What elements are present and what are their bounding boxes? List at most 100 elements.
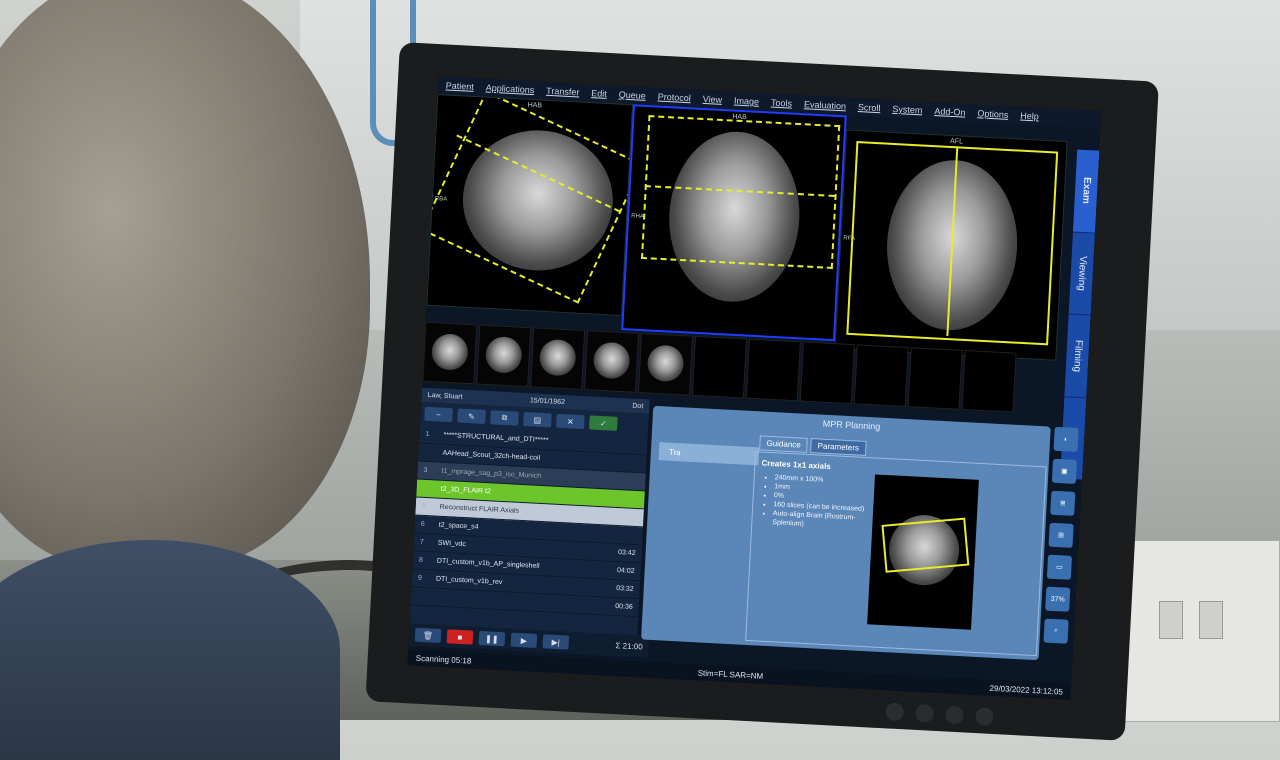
guidance-heading: Creates 1x1 axials bbox=[761, 458, 831, 472]
search-icon[interactable]: ⌕ bbox=[1043, 618, 1069, 644]
menu-options[interactable]: Options bbox=[977, 108, 1009, 120]
image-icon[interactable]: ▣ bbox=[1051, 458, 1078, 484]
row-time: 03:32 bbox=[615, 585, 634, 593]
menu-image[interactable]: Image bbox=[734, 96, 760, 107]
edit-icon[interactable]: ✎ bbox=[457, 408, 486, 424]
thumbnail-image bbox=[538, 338, 577, 377]
menu-tools[interactable]: Tools bbox=[771, 98, 793, 109]
delete-button[interactable]: ✕ bbox=[556, 413, 585, 430]
guidance-panel: Creates 1x1 axials 240mm x 100% 1mm 0% 1… bbox=[745, 451, 1047, 657]
screen: Patient Applications Transfer Edit Queue… bbox=[407, 76, 1102, 700]
menu-help[interactable]: Help bbox=[1020, 111, 1039, 122]
row-time: 00:36 bbox=[615, 603, 633, 611]
row-time bbox=[611, 516, 637, 517]
thumbnail[interactable] bbox=[637, 333, 694, 396]
monitor-button[interactable] bbox=[885, 702, 905, 722]
status-bar: Scanning 05:18 Stim=FL SAR=NM 29/03/2022… bbox=[407, 649, 1072, 700]
confirm-button[interactable]: ✓ bbox=[588, 415, 618, 431]
tab-exam[interactable]: Exam bbox=[1072, 149, 1100, 234]
row-time bbox=[612, 498, 638, 499]
pause-button[interactable]: ❚❚ bbox=[478, 630, 506, 647]
zoom-label: 37% bbox=[1050, 595, 1065, 604]
mpr-planning-panel: MPR Planning Tra Guidance Parameters Cre… bbox=[641, 405, 1051, 661]
thumbnail[interactable] bbox=[530, 327, 586, 391]
patient-dob: 15/01/1962 bbox=[529, 396, 566, 406]
row-time bbox=[611, 534, 637, 535]
planning-box bbox=[881, 517, 970, 573]
tra-button[interactable]: Tra bbox=[658, 442, 760, 466]
row-time bbox=[613, 480, 639, 481]
monitor-buttons bbox=[885, 702, 994, 726]
thumbnail-empty[interactable] bbox=[961, 349, 1017, 413]
thumbnail-image bbox=[646, 344, 685, 383]
stimulus-status: Stim=FL SAR=NM bbox=[697, 667, 764, 681]
collapse-button[interactable]: − bbox=[424, 406, 453, 423]
menu-patient[interactable]: Patient bbox=[446, 80, 475, 91]
row-number bbox=[423, 488, 441, 489]
menu-view[interactable]: View bbox=[703, 94, 723, 105]
row-time bbox=[614, 462, 640, 463]
thumbnail-empty[interactable] bbox=[691, 335, 747, 399]
exam-queue: Law, Stuart 15/01/1962 Dot − ✎ ⧉ ▤ ✕ ✓ 1… bbox=[408, 387, 650, 658]
thumbnail[interactable] bbox=[476, 324, 532, 388]
guidance-list: 240mm x 100% 1mm 0% 160 slices (can be i… bbox=[764, 473, 875, 533]
monitor-button[interactable] bbox=[975, 707, 994, 726]
menu-edit[interactable]: Edit bbox=[591, 88, 607, 99]
row-number: 3 bbox=[423, 466, 428, 475]
skip-button[interactable]: ▶| bbox=[542, 634, 570, 650]
row-name bbox=[435, 597, 607, 606]
thumbnail-image bbox=[592, 341, 631, 380]
tab-viewing[interactable]: Viewing bbox=[1068, 231, 1095, 316]
menu-applications[interactable]: Applications bbox=[486, 83, 535, 96]
menu-scroll[interactable]: Scroll bbox=[858, 102, 881, 113]
thumbnail-empty[interactable] bbox=[853, 344, 909, 407]
menu-queue[interactable]: Queue bbox=[619, 90, 647, 101]
socket-slot bbox=[1159, 601, 1183, 639]
patient-name: Law, Stuart bbox=[427, 391, 463, 401]
row-number: 1 bbox=[425, 430, 430, 439]
trash-icon[interactable]: 🗑 bbox=[414, 627, 442, 643]
row-time bbox=[615, 444, 641, 445]
row-number: 9 bbox=[417, 574, 423, 582]
row-number: 6 bbox=[420, 520, 425, 528]
body-icon[interactable]: 37% bbox=[1045, 586, 1071, 612]
layout-icon[interactable]: ⊞ bbox=[1048, 522, 1074, 548]
datetime: 29/03/2022 13:12:05 bbox=[989, 683, 1064, 697]
wall-socket bbox=[1108, 540, 1280, 722]
menu-evaluation[interactable]: Evaluation bbox=[804, 99, 846, 111]
menu-protocol[interactable]: Protocol bbox=[658, 92, 692, 104]
patient-extra: Dot bbox=[632, 402, 644, 410]
total-time: Σ 21:00 bbox=[615, 640, 643, 652]
socket-slot bbox=[1199, 601, 1223, 639]
thumbnail-empty[interactable] bbox=[745, 338, 801, 402]
row-number bbox=[417, 596, 435, 597]
thumbnail-empty[interactable] bbox=[907, 347, 963, 410]
thumbnail-image bbox=[484, 335, 523, 374]
row-number: 5 bbox=[421, 502, 426, 510]
row-number: 8 bbox=[418, 556, 423, 564]
menu-add-on[interactable]: Add-On bbox=[934, 106, 966, 118]
viewport-sagittal[interactable]: HAB RBA bbox=[426, 94, 634, 316]
tab-parameters[interactable]: Parameters bbox=[810, 438, 867, 456]
window-icon[interactable]: ▭ bbox=[1046, 554, 1073, 580]
monitor: Patient Applications Transfer Edit Queue… bbox=[365, 42, 1159, 741]
play-button[interactable]: ▶ bbox=[510, 632, 538, 648]
stop-button[interactable]: ■ bbox=[446, 629, 474, 645]
head-icon[interactable]: ◐ bbox=[1053, 426, 1079, 453]
viewport-coronal[interactable]: HAB RHA bbox=[621, 104, 847, 342]
tab-guidance[interactable]: Guidance bbox=[759, 435, 809, 453]
guidance-preview-image bbox=[867, 474, 979, 630]
thumbnail-empty[interactable] bbox=[799, 341, 855, 405]
thumbnail[interactable] bbox=[422, 321, 478, 385]
slices-icon[interactable]: ≣ bbox=[1050, 490, 1076, 516]
row-time: 04:02 bbox=[616, 567, 635, 575]
planning-box[interactable] bbox=[426, 94, 634, 304]
tab-filming[interactable]: Filming bbox=[1064, 314, 1091, 398]
copy-icon[interactable]: ⧉ bbox=[490, 410, 519, 426]
monitor-button[interactable] bbox=[945, 705, 964, 725]
menu-system[interactable]: System bbox=[892, 104, 922, 116]
menu-transfer[interactable]: Transfer bbox=[546, 86, 580, 98]
paste-icon[interactable]: ▤ bbox=[523, 411, 552, 428]
thumbnail[interactable] bbox=[584, 330, 640, 393]
viewport-axial[interactable]: AFL RFA bbox=[834, 129, 1068, 361]
